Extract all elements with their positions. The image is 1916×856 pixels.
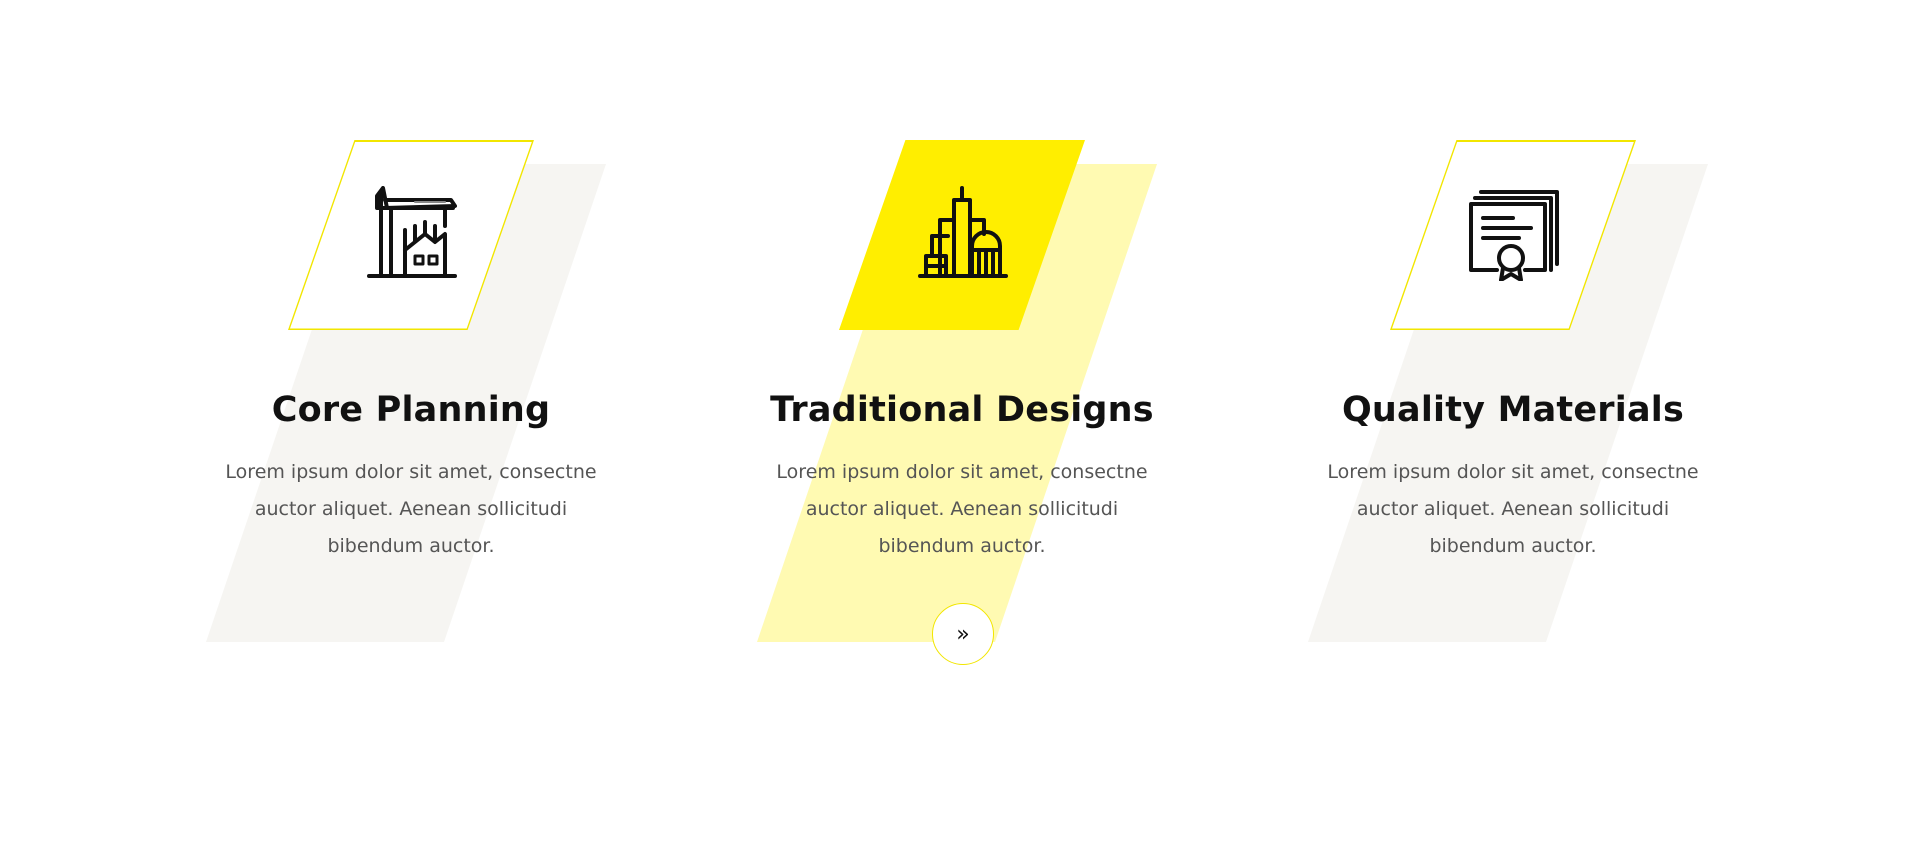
feature-card-core-planning: Core Planning Lorem ipsum dolor sit amet…	[136, 0, 686, 856]
certificate-icon	[1469, 186, 1559, 281]
card-description: Lorem ipsum dolor sit amet, consectne au…	[225, 461, 597, 557]
card-description: Lorem ipsum dolor sit amet, consectne au…	[1327, 461, 1699, 557]
city-buildings-icon	[918, 186, 1008, 281]
double-chevron-right-icon: »	[956, 621, 970, 647]
read-more-button[interactable]: »	[932, 603, 994, 665]
card-title: Traditional Designs	[770, 390, 1154, 430]
feature-card-traditional-designs: Traditional Designs Lorem ipsum dolor si…	[687, 0, 1237, 856]
card-description: Lorem ipsum dolor sit amet, consectne au…	[776, 461, 1148, 557]
card-title: Quality Materials	[1341, 390, 1685, 430]
crane-construction-icon	[367, 186, 457, 281]
feature-card-quality-materials: Quality Materials Lorem ipsum dolor sit …	[1238, 0, 1788, 856]
card-title: Core Planning	[271, 390, 551, 430]
features-section: Core Planning Lorem ipsum dolor sit amet…	[0, 0, 1916, 856]
